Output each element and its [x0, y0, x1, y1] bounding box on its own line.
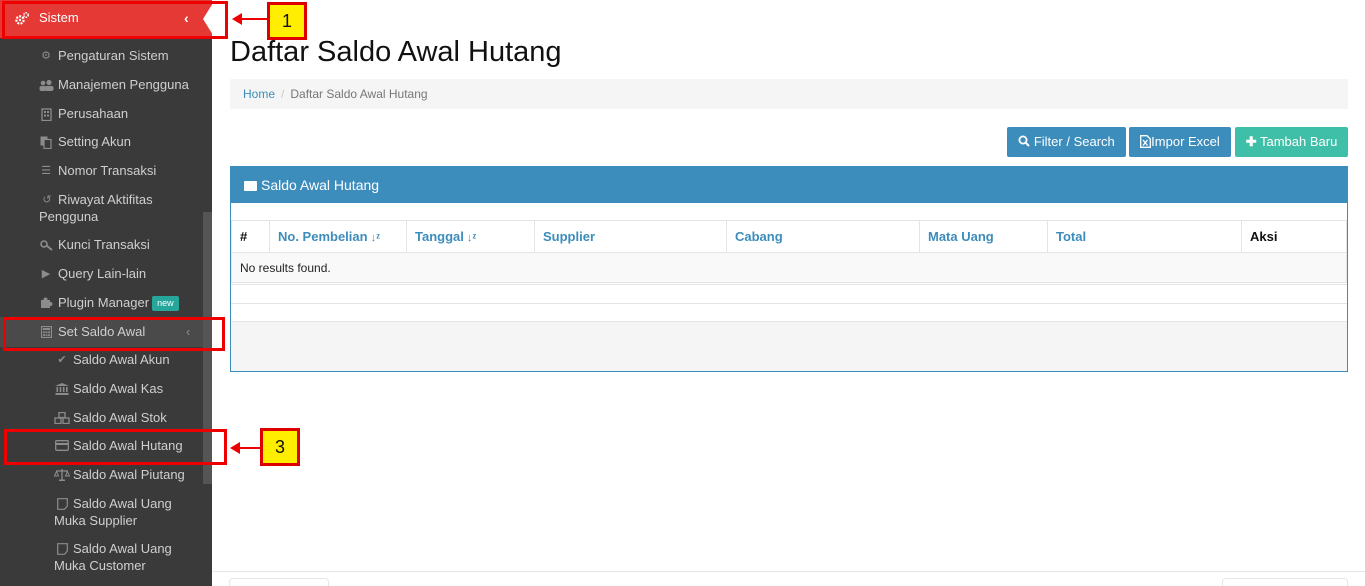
- import-excel-button[interactable]: Impor Excel: [1129, 127, 1231, 157]
- divider: [231, 284, 1347, 285]
- column-header-no-pembelian[interactable]: No. Pembelian ↓ᶻ: [269, 220, 407, 253]
- sidebar-item-perusahaan[interactable]: Perusahaan: [0, 105, 204, 123]
- sidebar-item-label: Pengaturan Sistem: [58, 48, 169, 63]
- cog-icon: ⚙: [41, 50, 51, 62]
- sidebar: Sistem ‹ ⚙ Pengaturan Sistem Manajemen P…: [0, 0, 212, 586]
- annotation-box-3: [4, 429, 227, 465]
- data-table: # No. Pembelian ↓ᶻ Tanggal ↓ᶻ Supplier Cab…: [231, 220, 1347, 283]
- sidebar-item-label: Plugin Manager new: [58, 294, 179, 311]
- annotation-arrow-1: [232, 13, 268, 25]
- new-badge: new: [152, 296, 179, 311]
- sidebar-item-label: Query Lain-lain: [58, 266, 147, 281]
- sidebar-item-kunci-transaksi[interactable]: Kunci Transaksi: [0, 236, 204, 254]
- sidebar-item-label: Manajemen Pengguna: [58, 77, 189, 92]
- annotation-box-1: [2, 1, 228, 39]
- sidebar-item-plugin-manager[interactable]: Plugin Manager new: [0, 294, 204, 312]
- annotation-label-1: 1: [267, 2, 307, 40]
- sidebar-item-label: Perusahaan: [58, 106, 129, 121]
- briefcase-icon: [244, 181, 257, 191]
- filter-search-button[interactable]: Filter / Search: [1007, 127, 1126, 157]
- bank-icon: [55, 383, 69, 395]
- file-excel-icon: [1140, 135, 1152, 148]
- users-icon: [39, 79, 54, 91]
- files-icon: [40, 136, 52, 150]
- column-header-supplier[interactable]: Supplier: [534, 220, 727, 253]
- filter-search-label: Filter / Search: [1033, 134, 1115, 149]
- sidebar-item-label: Nomor Transaksi: [58, 163, 157, 178]
- sidebar-item-query-lain-lain[interactable]: ▶ Query Lain-lain: [0, 265, 204, 283]
- sidebar-subitem-label: Saldo Awal Akun: [73, 352, 170, 367]
- history-icon: ↺: [42, 194, 52, 206]
- sidebar-subitem-label: Saldo Awal Stok: [73, 410, 167, 425]
- sidebar-item-pengaturan-sistem[interactable]: ⚙ Pengaturan Sistem: [0, 47, 204, 65]
- column-header-mata-uang[interactable]: Mata Uang: [919, 220, 1048, 253]
- annotation-label-3: 3: [260, 428, 300, 466]
- breadcrumb: Home / Daftar Saldo Awal Hutang: [230, 79, 1348, 109]
- sidebar-item-manajemen-pengguna[interactable]: Manajemen Pengguna: [0, 76, 204, 94]
- sidebar-subitem-label-line2: Muka Supplier: [54, 513, 138, 528]
- search-icon: [1018, 135, 1030, 147]
- plus-icon: ✚: [1245, 134, 1257, 149]
- sidebar-item-label: Kunci Transaksi: [58, 237, 150, 252]
- empty-message: No results found.: [231, 252, 1347, 283]
- table-header-row: # No. Pembelian ↓ᶻ Tanggal ↓ᶻ Supplier Cab…: [231, 220, 1347, 253]
- column-header-cabang[interactable]: Cabang: [726, 220, 920, 253]
- panel-footer: [231, 321, 1347, 371]
- column-header-aksi: Aksi: [1241, 220, 1347, 253]
- annotation-box-2: [3, 317, 225, 351]
- sidebar-item-label-line1: Riwayat Aktifitas: [58, 192, 153, 207]
- note-icon: [56, 498, 68, 510]
- add-new-button[interactable]: ✚ Tambah Baru: [1235, 127, 1348, 157]
- breadcrumb-current: Daftar Saldo Awal Hutang: [290, 87, 428, 101]
- import-excel-label: Impor Excel: [1151, 134, 1220, 149]
- key-icon: [40, 239, 53, 251]
- sidebar-item-setting-akun[interactable]: Setting Akun: [0, 133, 204, 151]
- balance-scale-icon: [53, 469, 71, 481]
- add-new-label: Tambah Baru: [1259, 134, 1338, 149]
- sidebar-subitem-label-line1: Saldo Awal Uang: [73, 541, 172, 556]
- sidebar-subitem-label-line2: Muka Customer: [54, 558, 146, 573]
- play-icon: ▶: [41, 268, 51, 280]
- bottom-panel-edge: [229, 578, 329, 586]
- sidebar-subitem-saldo-awal-akun[interactable]: ✔ Saldo Awal Akun: [0, 351, 204, 369]
- divider: [231, 303, 1347, 304]
- table-row: No results found.: [231, 252, 1347, 283]
- check-icon: ✔: [57, 354, 67, 366]
- note-icon: [56, 543, 68, 555]
- sidebar-subitem-saldo-awal-kas[interactable]: Saldo Awal Kas: [0, 380, 204, 398]
- saldo-awal-hutang-panel: Saldo Awal Hutang # No. Pembelian ↓ᶻ Tang…: [230, 166, 1348, 372]
- sidebar-subitem-saldo-awal-stok[interactable]: Saldo Awal Stok: [0, 409, 204, 427]
- sidebar-subitem-saldo-awal-piutang[interactable]: Saldo Awal Piutang: [0, 466, 204, 484]
- sidebar-item-label-line2: Pengguna: [39, 209, 99, 224]
- sidebar-item-nomor-transaksi[interactable]: ☰ Nomor Transaksi: [0, 162, 204, 180]
- column-header-total[interactable]: Total: [1047, 220, 1242, 253]
- breadcrumb-home-link[interactable]: Home: [243, 87, 275, 101]
- breadcrumb-separator: /: [281, 87, 285, 101]
- sidebar-subitem-label: Saldo Awal Kas: [73, 381, 164, 396]
- column-header-tanggal[interactable]: Tanggal ↓ᶻ: [406, 220, 535, 253]
- column-header-number: #: [231, 220, 270, 253]
- list-icon: ☰: [41, 165, 51, 177]
- sidebar-item-riwayat-aktifitas[interactable]: ↺ Riwayat Aktifitas Pengguna: [0, 191, 204, 227]
- building-icon: [40, 108, 52, 122]
- sidebar-subitem-label-line1: Saldo Awal Uang: [73, 496, 172, 511]
- sort-icon: ↓ᶻ: [466, 232, 477, 244]
- sidebar-subitem-label: Saldo Awal Piutang: [73, 467, 185, 482]
- annotation-arrow-3: [230, 442, 262, 454]
- sidebar-item-label: Setting Akun: [58, 134, 131, 149]
- sidebar-subitem-saldo-awal-uang-muka-supplier[interactable]: Saldo Awal Uang Muka Supplier: [0, 495, 204, 531]
- bottom-panel-edge: [1222, 578, 1348, 586]
- cubes-icon: [54, 411, 70, 425]
- puzzle-icon: [40, 297, 53, 309]
- panel-title: Saldo Awal Hutang: [261, 177, 380, 193]
- page-title: Daftar Saldo Awal Hutang: [230, 36, 562, 68]
- sort-icon: ↓ᶻ: [370, 232, 381, 244]
- divider: [212, 571, 1365, 572]
- panel-header: Saldo Awal Hutang: [231, 167, 1347, 203]
- sidebar-subitem-saldo-awal-uang-muka-customer[interactable]: Saldo Awal Uang Muka Customer: [0, 540, 204, 576]
